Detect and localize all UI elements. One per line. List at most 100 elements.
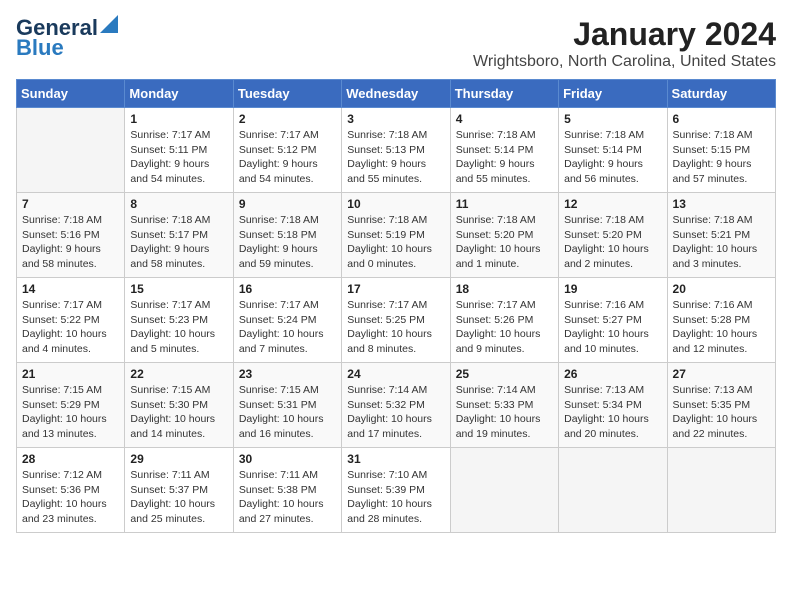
calendar-cell: 30Sunrise: 7:11 AM Sunset: 5:38 PM Dayli… bbox=[233, 448, 341, 533]
week-row-2: 7 Sunrise: 7:18 AM Sunset: 5:16 PM Daylig… bbox=[17, 193, 776, 278]
calendar-cell: 7 Sunrise: 7:18 AM Sunset: 5:16 PM Daylig… bbox=[17, 193, 125, 278]
calendar-cell: 11 Sunrise: 7:18 AM Sunset: 5:20 PM Dayli… bbox=[450, 193, 558, 278]
day-number: 21 bbox=[22, 367, 119, 381]
day-info: Sunrise: 7:17 AM Sunset: 5:23 PM Dayligh… bbox=[130, 298, 227, 357]
day-number: 9 bbox=[239, 197, 336, 211]
day-info: Sunrise: 7:18 AM Sunset: 5:13 PM Dayligh… bbox=[347, 128, 444, 187]
calendar-cell: 4 Sunrise: 7:18 AM Sunset: 5:14 PM Daylig… bbox=[450, 108, 558, 193]
day-number: 17 bbox=[347, 282, 444, 296]
calendar-cell: 23 Sunrise: 7:15 AM Sunset: 5:31 PM Dayli… bbox=[233, 363, 341, 448]
calendar-cell: 25 Sunrise: 7:14 AM Sunset: 5:33 PM Dayli… bbox=[450, 363, 558, 448]
week-row-1: 1 Sunrise: 7:17 AM Sunset: 5:11 PM Daylig… bbox=[17, 108, 776, 193]
header-thursday: Thursday bbox=[450, 80, 558, 108]
calendar-cell: 8Sunrise: 7:18 AM Sunset: 5:17 PM Daylig… bbox=[125, 193, 233, 278]
day-info: Sunrise: 7:18 AM Sunset: 5:20 PM Dayligh… bbox=[456, 213, 553, 272]
calendar-cell: 22 Sunrise: 7:15 AM Sunset: 5:30 PM Dayli… bbox=[125, 363, 233, 448]
day-info: Sunrise: 7:11 AM Sunset: 5:37 PM Dayligh… bbox=[130, 468, 227, 527]
calendar-cell: 19Sunrise: 7:16 AM Sunset: 5:27 PM Dayli… bbox=[559, 278, 667, 363]
day-info: Sunrise: 7:12 AM Sunset: 5:36 PM Dayligh… bbox=[22, 468, 119, 527]
calendar-cell: 26 Sunrise: 7:13 AM Sunset: 5:34 PM Dayli… bbox=[559, 363, 667, 448]
day-number: 14 bbox=[22, 282, 119, 296]
calendar-cell: 31 Sunrise: 7:10 AM Sunset: 5:39 PM Dayli… bbox=[342, 448, 450, 533]
day-number: 23 bbox=[239, 367, 336, 381]
day-info: Sunrise: 7:14 AM Sunset: 5:33 PM Dayligh… bbox=[456, 383, 553, 442]
day-number: 4 bbox=[456, 112, 553, 126]
header-wednesday: Wednesday bbox=[342, 80, 450, 108]
logo-icon bbox=[100, 15, 118, 33]
day-number: 5 bbox=[564, 112, 661, 126]
day-number: 22 bbox=[130, 367, 227, 381]
day-info: Sunrise: 7:18 AM Sunset: 5:15 PM Dayligh… bbox=[673, 128, 770, 187]
calendar-cell: 29Sunrise: 7:11 AM Sunset: 5:37 PM Dayli… bbox=[125, 448, 233, 533]
subtitle: Wrightsboro, North Carolina, United Stat… bbox=[473, 53, 776, 71]
title-area: January 2024 Wrightsboro, North Carolina… bbox=[473, 16, 776, 71]
week-row-3: 14 Sunrise: 7:17 AM Sunset: 5:22 PM Dayli… bbox=[17, 278, 776, 363]
calendar-table: SundayMondayTuesdayWednesdayThursdayFrid… bbox=[16, 79, 776, 533]
day-number: 6 bbox=[673, 112, 770, 126]
day-info: Sunrise: 7:14 AM Sunset: 5:32 PM Dayligh… bbox=[347, 383, 444, 442]
logo: General Blue bbox=[16, 16, 118, 60]
calendar-cell bbox=[450, 448, 558, 533]
day-info: Sunrise: 7:18 AM Sunset: 5:20 PM Dayligh… bbox=[564, 213, 661, 272]
day-number: 1 bbox=[130, 112, 227, 126]
calendar-cell: 18Sunrise: 7:17 AM Sunset: 5:26 PM Dayli… bbox=[450, 278, 558, 363]
calendar-header-row: SundayMondayTuesdayWednesdayThursdayFrid… bbox=[17, 80, 776, 108]
day-number: 13 bbox=[673, 197, 770, 211]
day-number: 27 bbox=[673, 367, 770, 381]
day-info: Sunrise: 7:17 AM Sunset: 5:26 PM Dayligh… bbox=[456, 298, 553, 357]
day-info: Sunrise: 7:18 AM Sunset: 5:21 PM Dayligh… bbox=[673, 213, 770, 272]
day-number: 24 bbox=[347, 367, 444, 381]
day-info: Sunrise: 7:18 AM Sunset: 5:14 PM Dayligh… bbox=[456, 128, 553, 187]
calendar-cell: 3Sunrise: 7:18 AM Sunset: 5:13 PM Daylig… bbox=[342, 108, 450, 193]
calendar-cell: 21Sunrise: 7:15 AM Sunset: 5:29 PM Dayli… bbox=[17, 363, 125, 448]
calendar-cell: 12 Sunrise: 7:18 AM Sunset: 5:20 PM Dayli… bbox=[559, 193, 667, 278]
day-info: Sunrise: 7:18 AM Sunset: 5:16 PM Dayligh… bbox=[22, 213, 119, 272]
calendar-cell: 2 Sunrise: 7:17 AM Sunset: 5:12 PM Daylig… bbox=[233, 108, 341, 193]
day-number: 12 bbox=[564, 197, 661, 211]
day-info: Sunrise: 7:17 AM Sunset: 5:11 PM Dayligh… bbox=[130, 128, 227, 187]
day-number: 30 bbox=[239, 452, 336, 466]
day-info: Sunrise: 7:16 AM Sunset: 5:28 PM Dayligh… bbox=[673, 298, 770, 357]
calendar-cell: 24 Sunrise: 7:14 AM Sunset: 5:32 PM Dayli… bbox=[342, 363, 450, 448]
day-info: Sunrise: 7:10 AM Sunset: 5:39 PM Dayligh… bbox=[347, 468, 444, 527]
calendar-cell: 10 Sunrise: 7:18 AM Sunset: 5:19 PM Dayli… bbox=[342, 193, 450, 278]
day-number: 7 bbox=[22, 197, 119, 211]
day-number: 31 bbox=[347, 452, 444, 466]
calendar-cell: 27 Sunrise: 7:13 AM Sunset: 5:35 PM Dayli… bbox=[667, 363, 775, 448]
day-number: 10 bbox=[347, 197, 444, 211]
header-monday: Monday bbox=[125, 80, 233, 108]
day-number: 20 bbox=[673, 282, 770, 296]
header-saturday: Saturday bbox=[667, 80, 775, 108]
day-number: 25 bbox=[456, 367, 553, 381]
week-row-5: 28Sunrise: 7:12 AM Sunset: 5:36 PM Dayli… bbox=[17, 448, 776, 533]
day-info: Sunrise: 7:15 AM Sunset: 5:31 PM Dayligh… bbox=[239, 383, 336, 442]
day-number: 11 bbox=[456, 197, 553, 211]
calendar-cell: 5Sunrise: 7:18 AM Sunset: 5:14 PM Daylig… bbox=[559, 108, 667, 193]
week-row-4: 21Sunrise: 7:15 AM Sunset: 5:29 PM Dayli… bbox=[17, 363, 776, 448]
day-info: Sunrise: 7:15 AM Sunset: 5:30 PM Dayligh… bbox=[130, 383, 227, 442]
page-header: General Blue January 2024 Wrightsboro, N… bbox=[16, 16, 776, 71]
header-sunday: Sunday bbox=[17, 80, 125, 108]
calendar-cell: 16Sunrise: 7:17 AM Sunset: 5:24 PM Dayli… bbox=[233, 278, 341, 363]
header-friday: Friday bbox=[559, 80, 667, 108]
calendar-cell: 9 Sunrise: 7:18 AM Sunset: 5:18 PM Daylig… bbox=[233, 193, 341, 278]
day-number: 26 bbox=[564, 367, 661, 381]
calendar-cell: 1 Sunrise: 7:17 AM Sunset: 5:11 PM Daylig… bbox=[125, 108, 233, 193]
day-number: 2 bbox=[239, 112, 336, 126]
calendar-cell: 6 Sunrise: 7:18 AM Sunset: 5:15 PM Daylig… bbox=[667, 108, 775, 193]
day-info: Sunrise: 7:17 AM Sunset: 5:25 PM Dayligh… bbox=[347, 298, 444, 357]
day-info: Sunrise: 7:17 AM Sunset: 5:12 PM Dayligh… bbox=[239, 128, 336, 187]
day-number: 15 bbox=[130, 282, 227, 296]
calendar-cell bbox=[17, 108, 125, 193]
day-info: Sunrise: 7:13 AM Sunset: 5:35 PM Dayligh… bbox=[673, 383, 770, 442]
calendar-cell bbox=[559, 448, 667, 533]
day-info: Sunrise: 7:13 AM Sunset: 5:34 PM Dayligh… bbox=[564, 383, 661, 442]
day-number: 8 bbox=[130, 197, 227, 211]
day-info: Sunrise: 7:17 AM Sunset: 5:22 PM Dayligh… bbox=[22, 298, 119, 357]
calendar-cell: 15 Sunrise: 7:17 AM Sunset: 5:23 PM Dayli… bbox=[125, 278, 233, 363]
day-info: Sunrise: 7:18 AM Sunset: 5:18 PM Dayligh… bbox=[239, 213, 336, 272]
day-info: Sunrise: 7:17 AM Sunset: 5:24 PM Dayligh… bbox=[239, 298, 336, 357]
day-info: Sunrise: 7:18 AM Sunset: 5:19 PM Dayligh… bbox=[347, 213, 444, 272]
calendar-cell: 13 Sunrise: 7:18 AM Sunset: 5:21 PM Dayli… bbox=[667, 193, 775, 278]
header-tuesday: Tuesday bbox=[233, 80, 341, 108]
